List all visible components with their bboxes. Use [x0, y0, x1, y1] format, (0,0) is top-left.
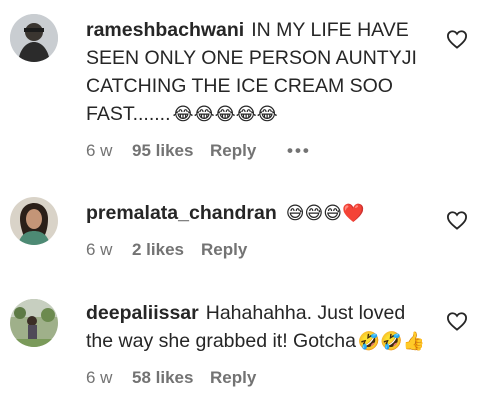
comment-username[interactable]: premalata_chandran — [86, 202, 277, 224]
avatar[interactable] — [10, 197, 58, 245]
avatar[interactable] — [10, 14, 58, 62]
comment-item: deepaliissar Hahahahha. Just loved the wa… — [0, 285, 478, 415]
comment-text: deepaliissar Hahahahha. Just loved the wa… — [86, 299, 434, 356]
comment-text: rameshbachwani IN MY LIFE HAVE SEEN ONLY … — [86, 16, 434, 129]
avatar-image — [10, 14, 58, 62]
comment-emojis: 😂😂😂😂😂 — [172, 104, 278, 125]
comment-text: premalata_chandran 😅😅😅❤️ — [86, 199, 434, 228]
comment-username[interactable]: rameshbachwani — [86, 19, 244, 41]
comment-emojis: 🤣🤣👍 — [357, 331, 426, 352]
comment-item: premalata_chandran 😅😅😅❤️ 6 w 2 likes Repl… — [0, 185, 478, 275]
comment-likes[interactable]: 95 likes — [132, 141, 193, 161]
comment-meta: 6 w 2 likes Reply — [86, 240, 434, 262]
avatar[interactable] — [10, 299, 58, 347]
reply-button[interactable]: Reply — [210, 141, 256, 161]
avatar-image — [10, 299, 58, 347]
comment-likes[interactable]: 58 likes — [132, 368, 193, 388]
comment-meta: 6 w 95 likes Reply ••• — [86, 141, 434, 163]
comment-username[interactable]: deepaliissar — [86, 302, 199, 324]
comment-likes[interactable]: 2 likes — [132, 240, 184, 260]
comment-age[interactable]: 6 w — [86, 368, 112, 388]
more-options-icon[interactable]: ••• — [287, 141, 311, 161]
comment-meta: 6 w 58 likes Reply — [86, 368, 434, 390]
reply-button[interactable]: Reply — [201, 240, 247, 260]
comment-age[interactable]: 6 w — [86, 240, 112, 260]
heart-outline-icon[interactable] — [446, 311, 468, 331]
heart-outline-icon[interactable] — [446, 29, 468, 49]
comment-item: rameshbachwani IN MY LIFE HAVE SEEN ONLY … — [0, 0, 478, 170]
comment-emojis: 😅😅😅❤️ — [285, 203, 365, 224]
avatar-image — [10, 197, 58, 245]
reply-button[interactable]: Reply — [210, 368, 256, 388]
comment-age[interactable]: 6 w — [86, 141, 112, 161]
heart-outline-icon[interactable] — [446, 210, 468, 230]
